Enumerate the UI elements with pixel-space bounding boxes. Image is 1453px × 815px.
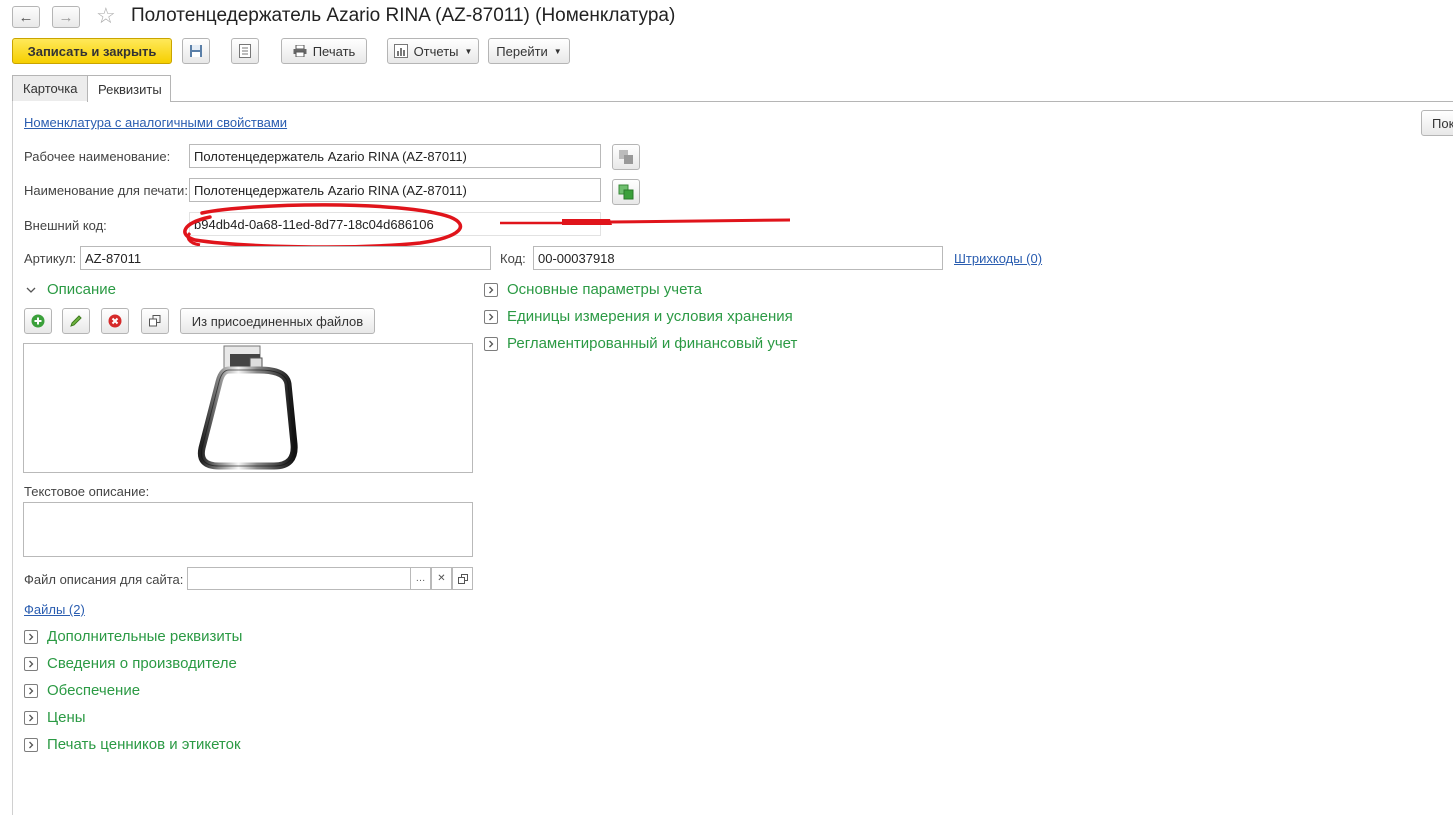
group-label: Обеспечение [47,682,141,699]
product-image [23,343,473,473]
code-label: Код: [500,251,526,266]
code-field[interactable]: 00-00037918 [533,246,943,270]
open-window-icon [149,315,161,327]
tab-card[interactable]: Карточка [12,75,88,101]
chevron-down-icon [24,282,38,297]
window-title: Полотенцедержатель Azario RINA (AZ-87011… [131,5,676,26]
group-label: Основные параметры учета [507,281,703,298]
description-title: Описание [47,281,117,298]
dropdown-arrow-icon: ▼ [553,46,562,56]
chevron-right-icon [24,737,38,752]
favorite-star-icon[interactable]: ☆ [96,3,116,29]
open-file-button[interactable] [452,567,473,590]
chevron-right-icon [24,683,38,698]
goto-label: Перейти [496,43,548,59]
add-image-button[interactable] [24,308,52,334]
chevron-right-icon [24,656,38,671]
text-description-label: Текстовое описание: [24,484,150,499]
barcodes-link[interactable]: Штрихкоды (0) [954,251,1042,266]
delete-circle-icon [108,314,122,328]
close-icon: ✕ [437,573,446,584]
group-units-storage[interactable]: Единицы измерения и условия хранения [484,308,793,325]
arrow-right-icon: → [58,8,74,26]
reports-label: Отчеты [413,43,459,59]
group-label: Регламентированный и финансовый учет [507,335,798,352]
copy-name-button[interactable] [612,144,640,170]
clear-file-button[interactable]: ✕ [431,567,452,590]
left-border [12,101,13,815]
towel-ring-image [197,345,298,470]
open-window-icon [457,573,468,584]
group-additional-requisites[interactable]: Дополнительные реквизиты [24,628,242,645]
printer-icon [293,45,307,57]
list-button[interactable] [231,38,259,64]
from-files-button[interactable]: Из присоединенных файлов [180,308,375,334]
forward-button[interactable]: → [52,6,80,28]
group-label: Единицы измерения и условия хранения [507,308,793,325]
group-accounting-params[interactable]: Основные параметры учета [484,281,702,298]
right-partial-button[interactable]: Пок [1421,110,1453,136]
group-label: Сведения о производителе [47,655,237,672]
dropdown-arrow-icon: ▼ [464,46,473,56]
similar-items-link[interactable]: Номенклатура с аналогичными свойствами [24,115,287,130]
group-manufacturer-info[interactable]: Сведения о производителе [24,655,237,672]
article-field[interactable]: AZ-87011 [80,246,491,270]
print-button[interactable]: Печать [281,38,367,64]
save-close-button[interactable]: Записать и закрыть [12,38,172,64]
tab-divider [171,101,1453,102]
select-file-button[interactable]: … [410,567,431,590]
ext-code-label: Внешний код: [24,218,107,233]
text-description-input[interactable] [23,502,473,557]
edit-image-button[interactable] [62,308,90,334]
add-circle-icon [31,314,45,328]
article-label: Артикул: [24,251,77,266]
group-label: Цены [47,709,86,726]
files-link[interactable]: Файлы (2) [24,602,85,617]
reports-button[interactable]: Отчеты ▼ [387,38,479,64]
goto-button[interactable]: Перейти ▼ [488,38,570,64]
document-list-icon [239,44,251,58]
back-button[interactable]: ← [12,6,40,28]
group-prices[interactable]: Цены [24,709,86,726]
print-name-label: Наименование для печати: [24,183,188,198]
tab-requisites[interactable]: Реквизиты [87,75,171,102]
group-supply[interactable]: Обеспечение [24,682,140,699]
delete-image-button[interactable] [101,308,129,334]
copy-icon [619,150,633,164]
group-regulated-accounting[interactable]: Регламентированный и финансовый учет [484,335,797,352]
floppy-disk-icon [190,45,202,57]
report-chart-icon [393,44,408,58]
site-file-label: Файл описания для сайта: [24,572,184,587]
work-name-field[interactable]: Полотенцедержатель Azario RINA (AZ-87011… [189,144,601,168]
group-label: Дополнительные реквизиты [47,628,243,645]
chevron-right-icon [484,336,498,351]
chevron-right-icon [484,309,498,324]
chevron-right-icon [24,710,38,725]
group-label: Печать ценников и этикеток [47,736,241,753]
work-name-label: Рабочее наименование: [24,149,171,164]
description-group-header[interactable]: Описание [24,281,116,298]
group-price-tags[interactable]: Печать ценников и этикеток [24,736,241,753]
chevron-right-icon [484,282,498,297]
print-label: Печать [312,43,356,59]
save-button[interactable] [182,38,210,64]
pencil-icon [70,315,82,327]
arrow-left-icon: ← [18,8,34,26]
open-image-button[interactable] [141,308,169,334]
ellipsis-icon: … [415,573,426,584]
site-file-field[interactable] [187,567,411,590]
chevron-right-icon [24,629,38,644]
